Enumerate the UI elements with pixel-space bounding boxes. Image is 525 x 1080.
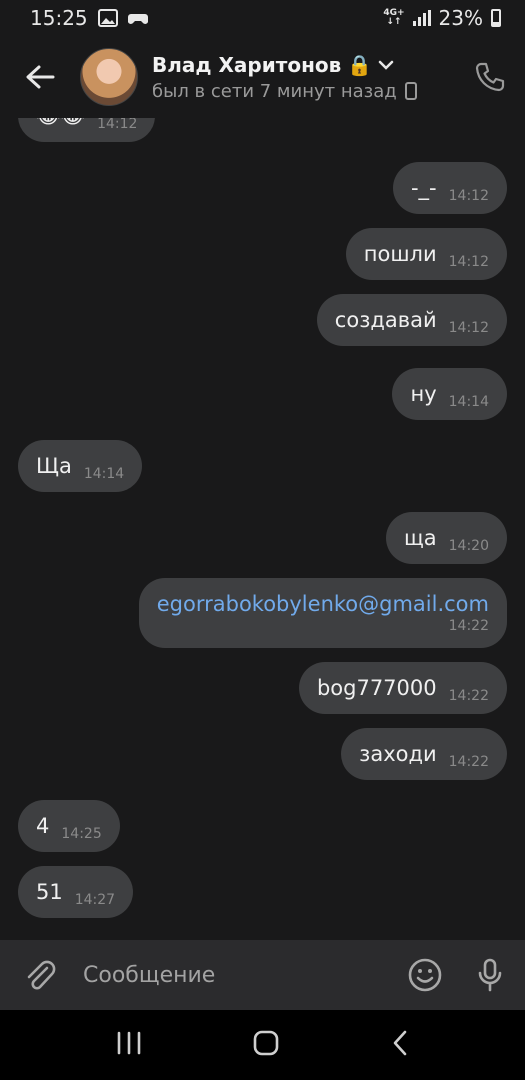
system-nav-bar — [0, 1010, 525, 1080]
emoji-button[interactable] — [395, 957, 455, 993]
message-text: заходи — [359, 742, 437, 766]
message-time: 14:27 — [74, 892, 116, 908]
message-text: создавай — [334, 308, 437, 332]
home-icon — [254, 1030, 279, 1056]
contact-name: Влад Харитонов — [152, 52, 342, 77]
message-time: 14:20 — [448, 538, 489, 554]
message-text: 4 — [36, 814, 50, 838]
arrow-left-icon — [26, 65, 55, 89]
message-text: ну — [410, 382, 437, 406]
message-composer: Сообщение — [0, 940, 525, 1010]
message-bubble[interactable]: создавай 14:12 — [316, 294, 507, 346]
message-bubble[interactable]: ну 14:14 — [392, 368, 507, 420]
message-bubble[interactable]: пошли 14:12 — [345, 228, 507, 280]
chevron-left-icon — [393, 1030, 407, 1056]
paperclip-icon — [27, 960, 56, 990]
mobile-icon — [404, 82, 417, 100]
game-icon — [127, 14, 148, 24]
phone-icon — [475, 62, 505, 92]
back-nav-button[interactable] — [390, 1029, 410, 1061]
network-type: 4G+ ↓↑ — [383, 8, 405, 27]
attach-button[interactable] — [0, 958, 80, 992]
message-time: 14:22 — [448, 754, 489, 770]
back-button[interactable] — [0, 64, 80, 90]
recent-apps-icon — [117, 1031, 141, 1055]
message-time: 14:22 — [448, 688, 489, 704]
message-text: пошли — [363, 242, 437, 266]
battery-icon — [491, 9, 501, 27]
battery-percent: 23% — [438, 6, 483, 30]
message-text: 😂😂 — [36, 118, 85, 128]
gallery-icon — [97, 9, 118, 27]
message-time: 14:14 — [83, 466, 125, 482]
last-seen: был в сети 7 минут назад — [152, 80, 397, 102]
message-time: 14:14 — [448, 394, 489, 410]
recent-apps-button[interactable] — [115, 1030, 143, 1060]
avatar[interactable] — [80, 48, 138, 106]
chat-header: Влад Харитонов 🔒 был в сети 7 минут наза… — [0, 36, 525, 118]
message-text: bog777000 — [316, 676, 437, 700]
message-time: 14:12 — [448, 254, 489, 270]
microphone-icon — [478, 958, 502, 992]
smiley-icon — [408, 958, 442, 992]
message-text: -_- — [410, 176, 437, 200]
message-bubble[interactable]: egorrabokobylenko@gmail.com 14:22 — [138, 578, 507, 648]
message-time: 14:22 — [448, 618, 489, 634]
message-bubble[interactable]: 😂😂 14:12 — [18, 118, 156, 142]
name-emoji: 🔒 — [347, 52, 373, 77]
message-time: 14:12 — [448, 188, 489, 204]
message-text: Ща — [36, 454, 72, 478]
message-time: 14:12 — [448, 320, 489, 336]
message-time: 14:25 — [61, 826, 102, 842]
chevron-down-icon — [378, 60, 394, 70]
status-bar: 15:25 4G+ ↓↑ 23% — [0, 0, 525, 36]
message-bubble[interactable]: -_- 14:12 — [392, 162, 507, 214]
home-button[interactable] — [252, 1029, 280, 1061]
message-bubble[interactable]: ща 14:20 — [385, 512, 507, 564]
message-bubble[interactable]: bog777000 14:22 — [298, 662, 507, 714]
message-input[interactable]: Сообщение — [80, 963, 395, 988]
message-time: 14:12 — [97, 118, 138, 132]
call-button[interactable] — [455, 61, 525, 93]
email-link[interactable]: egorrabokobylenko@gmail.com — [157, 592, 489, 616]
message-text: 51 — [36, 880, 63, 904]
message-text: ща — [403, 526, 437, 550]
signal-icon — [412, 10, 431, 26]
voice-button[interactable] — [455, 957, 525, 993]
contact-info[interactable]: Влад Харитонов 🔒 был в сети 7 минут наза… — [152, 53, 455, 102]
message-bubble[interactable]: заходи 14:22 — [341, 728, 507, 780]
message-bubble[interactable]: Ща 14:14 — [18, 440, 143, 492]
message-bubble[interactable]: 51 14:27 — [18, 866, 134, 918]
message-bubble[interactable]: 4 14:25 — [18, 800, 120, 852]
clock: 15:25 — [30, 6, 88, 30]
message-list[interactable]: 😂😂 14:12 -_- 14:12 пошли 14:12 создавай … — [0, 118, 525, 940]
